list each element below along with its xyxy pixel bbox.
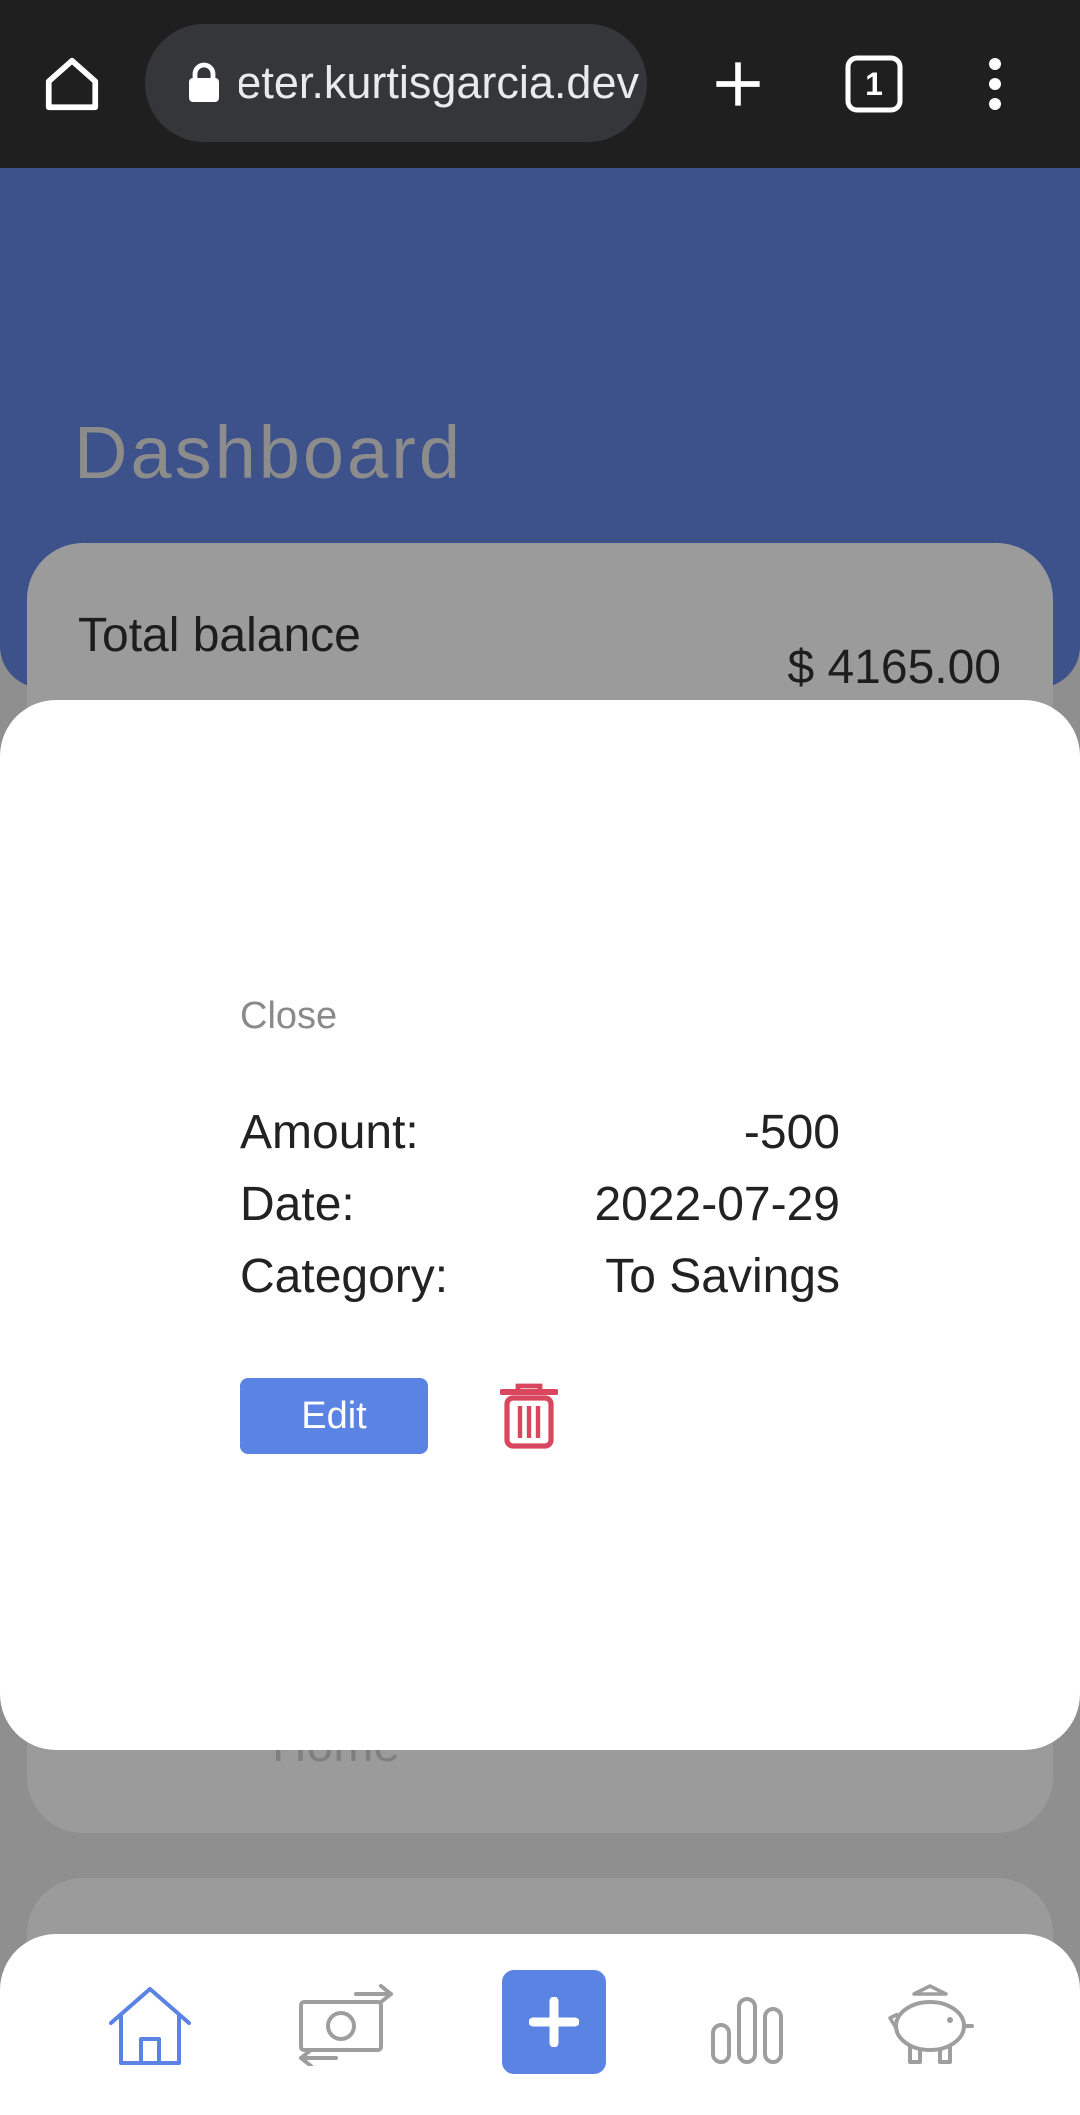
balance-label: Total balance [78, 609, 361, 662]
amount-label: Amount: [240, 1106, 419, 1159]
nav-savings[interactable] [860, 1934, 1000, 2115]
page-title: Dashboard [74, 411, 464, 494]
amount-row: Amount: -500 [240, 1105, 840, 1177]
browser-toolbar: budgeter.kurtisgarcia.dev 1 [0, 0, 1080, 168]
trash-icon[interactable] [500, 1382, 558, 1450]
date-row: Date: 2022-07-29 [240, 1177, 840, 1249]
transaction-detail-modal: Close Amount: -500 Date: 2022-07-29 Cate… [0, 700, 1080, 1750]
category-value: To Savings [605, 1250, 840, 1303]
plus-icon [716, 62, 760, 106]
close-button[interactable]: Close [240, 995, 337, 1038]
category-row: Category: To Savings [240, 1249, 840, 1321]
money-transfer-icon [299, 1983, 393, 2066]
balance-value: $ 4165.00 [787, 641, 1001, 694]
nav-home[interactable] [80, 1934, 220, 2115]
amount-value: -500 [743, 1106, 840, 1159]
bottom-nav [0, 1934, 1080, 2115]
add-transaction-button[interactable] [502, 1970, 606, 2074]
date-value: 2022-07-29 [594, 1178, 840, 1231]
app-screen: budgeter.kurtisgarcia.dev 1 Dashboard To… [0, 0, 1080, 2115]
edit-button[interactable]: Edit [240, 1378, 428, 1454]
date-label: Date: [240, 1178, 355, 1231]
home-icon [45, 57, 99, 111]
lock-icon [189, 62, 219, 102]
nav-stats[interactable] [677, 1934, 817, 2115]
home-icon [109, 1986, 191, 2065]
bar-chart-icon [711, 1996, 783, 2064]
category-label: Category: [240, 1250, 449, 1303]
nav-transactions[interactable] [276, 1934, 416, 2115]
tab-switcher-button[interactable]: 1 [834, 44, 914, 124]
url-text: budgeter.kurtisgarcia.dev [239, 57, 639, 108]
more-vert-icon [989, 58, 1001, 110]
browser-menu-button[interactable] [955, 44, 1035, 124]
add-icon [529, 1997, 579, 2047]
tab-count: 1 [865, 65, 883, 102]
address-bar[interactable]: budgeter.kurtisgarcia.dev [145, 24, 647, 142]
new-tab-button[interactable] [698, 44, 778, 124]
piggy-bank-icon [888, 1983, 974, 2064]
browser-home-button[interactable] [32, 44, 112, 124]
